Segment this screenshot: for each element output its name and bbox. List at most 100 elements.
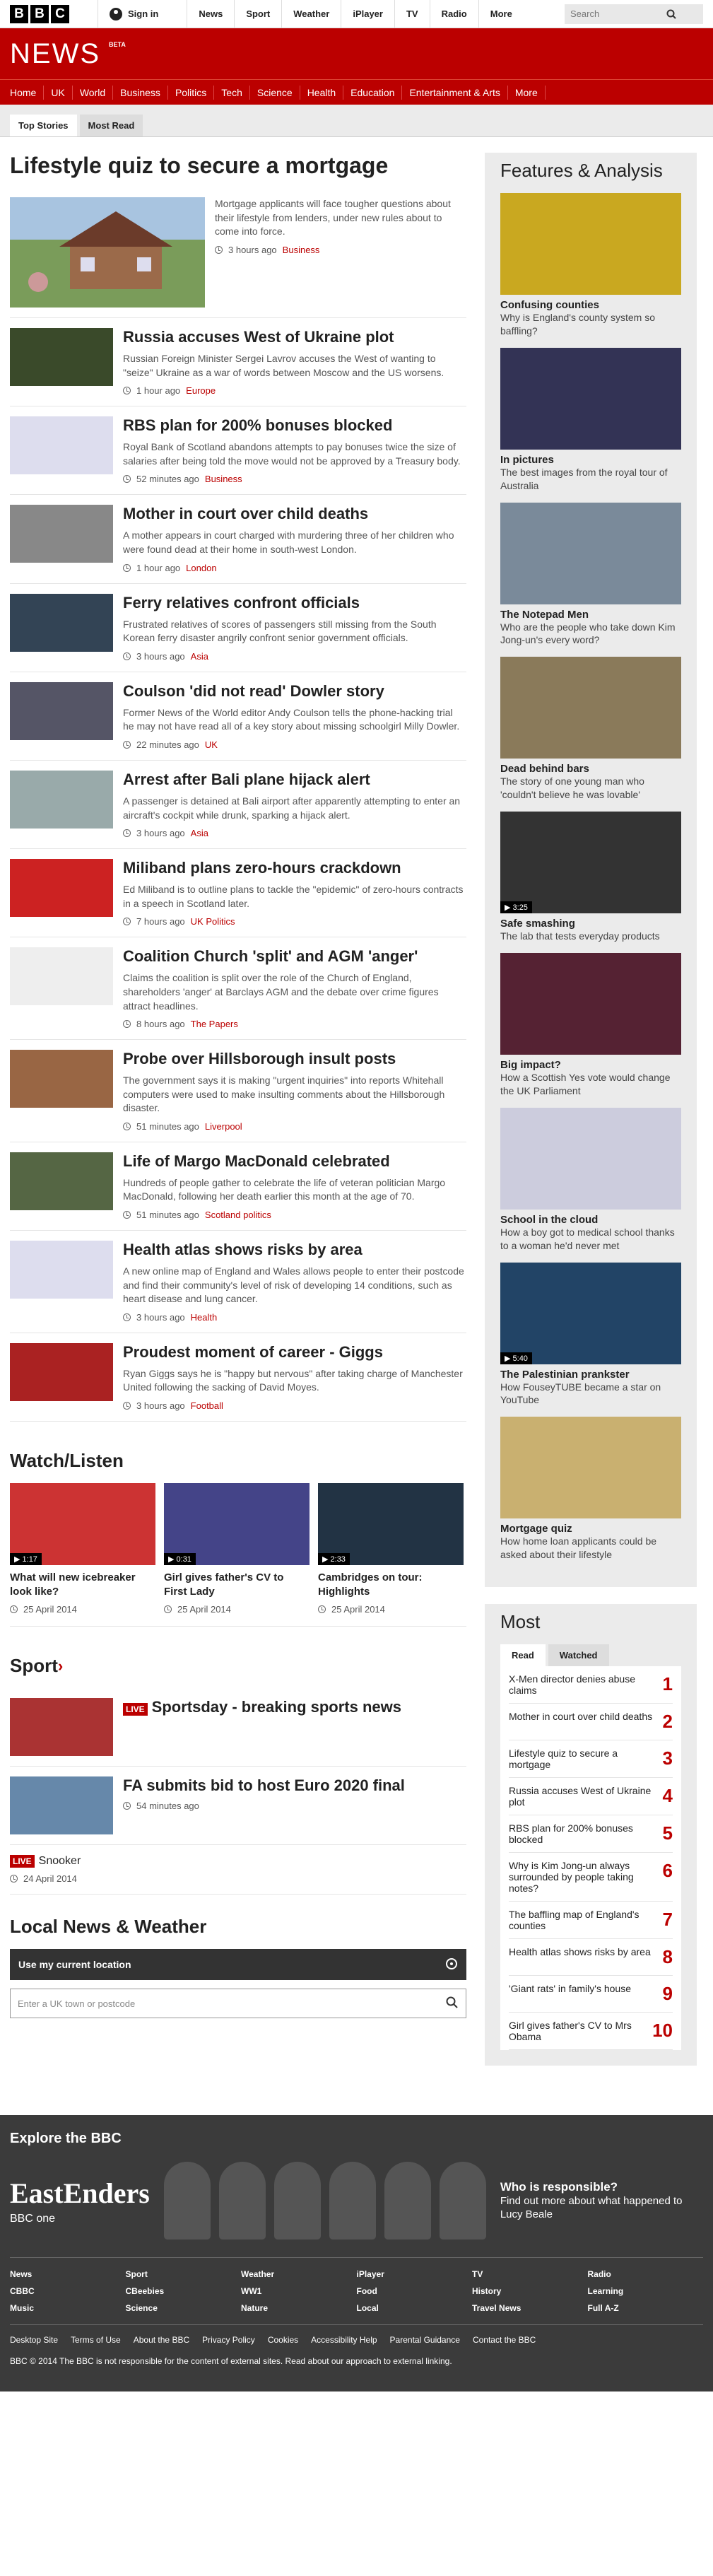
- postcode-input[interactable]: Enter a UK town or postcode: [10, 1989, 466, 2019]
- section-link[interactable]: Health: [191, 1312, 218, 1323]
- search-box[interactable]: Search: [565, 4, 703, 24]
- story-headline[interactable]: Probe over Hillsborough insult posts: [123, 1050, 466, 1068]
- story-item[interactable]: Ferry relatives confront officials Frustr…: [10, 584, 466, 672]
- section-link[interactable]: Liverpool: [205, 1121, 242, 1132]
- story-item[interactable]: Miliband plans zero-hours crackdown Ed Mi…: [10, 849, 466, 938]
- story-headline[interactable]: Arrest after Bali plane hijack alert: [123, 771, 466, 789]
- story-item[interactable]: Russia accuses West of Ukraine plot Russi…: [10, 318, 466, 407]
- most-read-item[interactable]: Why is Kim Jong-un always surrounded by …: [509, 1853, 673, 1902]
- global-nav-sport[interactable]: Sport: [234, 0, 281, 28]
- footer-link[interactable]: TV: [472, 2269, 588, 2279]
- most-read-item[interactable]: Health atlas shows risks by area 8: [509, 1939, 673, 1977]
- story-item[interactable]: Coalition Church 'split' and AGM 'anger'…: [10, 937, 466, 1041]
- feature-title[interactable]: Big impact?: [500, 1059, 681, 1071]
- news-logo[interactable]: NEWS BETA: [10, 38, 126, 70]
- most-read-item[interactable]: The baffling map of England's counties 7: [509, 1902, 673, 1940]
- section-link[interactable]: UK: [205, 739, 218, 750]
- section-link[interactable]: Business: [283, 245, 320, 255]
- nav-item[interactable]: Home: [10, 85, 45, 100]
- nav-item[interactable]: More: [508, 85, 546, 100]
- story-item[interactable]: Probe over Hillsborough insult posts The …: [10, 1040, 466, 1142]
- sport-heading[interactable]: Sport ›: [10, 1655, 466, 1677]
- feature-item[interactable]: ▶ 3:25 Safe smashing The lab that tests ev…: [500, 812, 681, 943]
- global-nav-radio[interactable]: Radio: [429, 0, 478, 28]
- subnav-tab[interactable]: Most Read: [79, 115, 143, 136]
- footer-bottom-link[interactable]: Privacy Policy: [202, 2335, 255, 2345]
- feature-item[interactable]: Confusing counties Why is England's count…: [500, 193, 681, 338]
- search-input[interactable]: Search: [565, 8, 634, 19]
- feature-title[interactable]: Confusing counties: [500, 299, 681, 311]
- footer-bottom-link[interactable]: Parental Guidance: [390, 2335, 460, 2345]
- watch-item[interactable]: ▶ 2:33 Cambridges on tour: Highlights 25 A…: [318, 1483, 464, 1615]
- sport-item[interactable]: LIVE Sportsday - breaking sports news: [10, 1688, 466, 1767]
- story-headline[interactable]: Health atlas shows risks by area: [123, 1241, 466, 1259]
- footer-link[interactable]: Nature: [241, 2303, 357, 2313]
- most-read-item[interactable]: Girl gives father's CV to Mrs Obama 10: [509, 2013, 673, 2051]
- footer-link[interactable]: News: [10, 2269, 126, 2279]
- story-item[interactable]: RBS plan for 200% bonuses blocked Royal B…: [10, 406, 466, 496]
- search-icon[interactable]: [634, 4, 703, 24]
- feature-item[interactable]: School in the cloud How a boy got to medi…: [500, 1107, 681, 1253]
- section-link[interactable]: Asia: [191, 828, 208, 838]
- feature-title[interactable]: Mortgage quiz: [500, 1523, 681, 1535]
- global-nav-weather[interactable]: Weather: [281, 0, 341, 28]
- sport-headline[interactable]: FA submits bid to host Euro 2020 final: [123, 1776, 405, 1795]
- footer-bottom-link[interactable]: Desktop Site: [10, 2335, 58, 2345]
- footer-link[interactable]: Sport: [126, 2269, 242, 2279]
- subnav-tab[interactable]: Top Stories: [10, 115, 77, 136]
- feature-item[interactable]: The Notepad Men Who are the people who ta…: [500, 502, 681, 648]
- nav-item[interactable]: Entertainment & Arts: [402, 85, 508, 100]
- most-read-item[interactable]: X-Men director denies abuse claims 1: [509, 1666, 673, 1704]
- story-headline[interactable]: Russia accuses West of Ukraine plot: [123, 328, 466, 346]
- watch-item[interactable]: ▶ 0:31 Girl gives father's CV to First La…: [164, 1483, 310, 1615]
- footer-bottom-link[interactable]: Terms of Use: [71, 2335, 121, 2345]
- feature-title[interactable]: The Palestinian prankster: [500, 1369, 681, 1381]
- most-tab[interactable]: Watched: [548, 1644, 609, 1667]
- footer-link[interactable]: Local: [357, 2303, 473, 2313]
- story-headline[interactable]: Coulson 'did not read' Dowler story: [123, 682, 466, 701]
- global-nav-tv[interactable]: TV: [394, 0, 430, 28]
- story-headline[interactable]: Miliband plans zero-hours crackdown: [123, 859, 466, 877]
- watch-title[interactable]: Girl gives father's CV to First Lady: [164, 1571, 310, 1598]
- nav-item[interactable]: Education: [343, 85, 403, 100]
- most-read-item[interactable]: Russia accuses West of Ukraine plot 4: [509, 1778, 673, 1816]
- feature-item[interactable]: Big impact? How a Scottish Yes vote would…: [500, 953, 681, 1098]
- watch-heading[interactable]: Watch/Listen: [10, 1450, 466, 1472]
- footer-bottom-link[interactable]: Cookies: [268, 2335, 298, 2345]
- story-headline[interactable]: Coalition Church 'split' and AGM 'anger': [123, 947, 466, 966]
- feature-title[interactable]: The Notepad Men: [500, 609, 681, 621]
- footer-bottom-link[interactable]: Accessibility Help: [311, 2335, 377, 2345]
- nav-item[interactable]: Politics: [168, 85, 215, 100]
- feature-title[interactable]: Safe smashing: [500, 918, 681, 930]
- feature-item[interactable]: In pictures The best images from the roya…: [500, 347, 681, 493]
- global-nav-news[interactable]: News: [187, 0, 234, 28]
- footer-link[interactable]: iPlayer: [357, 2269, 473, 2279]
- lead-story[interactable]: Mortgage applicants will face tougher qu…: [10, 187, 466, 318]
- most-read-item[interactable]: Mother in court over child deaths 2: [509, 1704, 673, 1741]
- feature-title[interactable]: School in the cloud: [500, 1214, 681, 1226]
- section-link[interactable]: London: [186, 563, 216, 573]
- sign-in-link[interactable]: Sign in: [98, 0, 179, 28]
- nav-item[interactable]: Business: [113, 85, 168, 100]
- footer-link[interactable]: Food: [357, 2286, 473, 2296]
- watch-title[interactable]: Cambridges on tour: Highlights: [318, 1571, 464, 1598]
- story-headline[interactable]: Proudest moment of career - Giggs: [123, 1343, 466, 1362]
- nav-item[interactable]: UK: [44, 85, 73, 100]
- feature-title[interactable]: In pictures: [500, 454, 681, 466]
- footer-link[interactable]: CBBC: [10, 2286, 126, 2296]
- nav-item[interactable]: Tech: [214, 85, 250, 100]
- watch-item[interactable]: ▶ 1:17 What will new icebreaker look like…: [10, 1483, 155, 1615]
- footer-link[interactable]: Learning: [588, 2286, 704, 2296]
- search-icon[interactable]: [446, 1996, 459, 2011]
- nav-item[interactable]: World: [73, 85, 114, 100]
- section-link[interactable]: Business: [205, 474, 242, 484]
- sport-headline[interactable]: LIVE Sportsday - breaking sports news: [123, 1698, 401, 1716]
- footer-link[interactable]: CBeebies: [126, 2286, 242, 2296]
- story-headline[interactable]: Mother in court over child deaths: [123, 505, 466, 523]
- feature-title[interactable]: Dead behind bars: [500, 763, 681, 775]
- footer-bottom-link[interactable]: About the BBC: [134, 2335, 189, 2345]
- most-read-item[interactable]: Lifestyle quiz to secure a mortgage 3: [509, 1740, 673, 1779]
- feature-item[interactable]: ▶ 5:40 The Palestinian prankster How Fouse…: [500, 1262, 681, 1407]
- section-link[interactable]: The Papers: [191, 1019, 238, 1029]
- feature-item[interactable]: Mortgage quiz How home loan applicants co…: [500, 1417, 681, 1562]
